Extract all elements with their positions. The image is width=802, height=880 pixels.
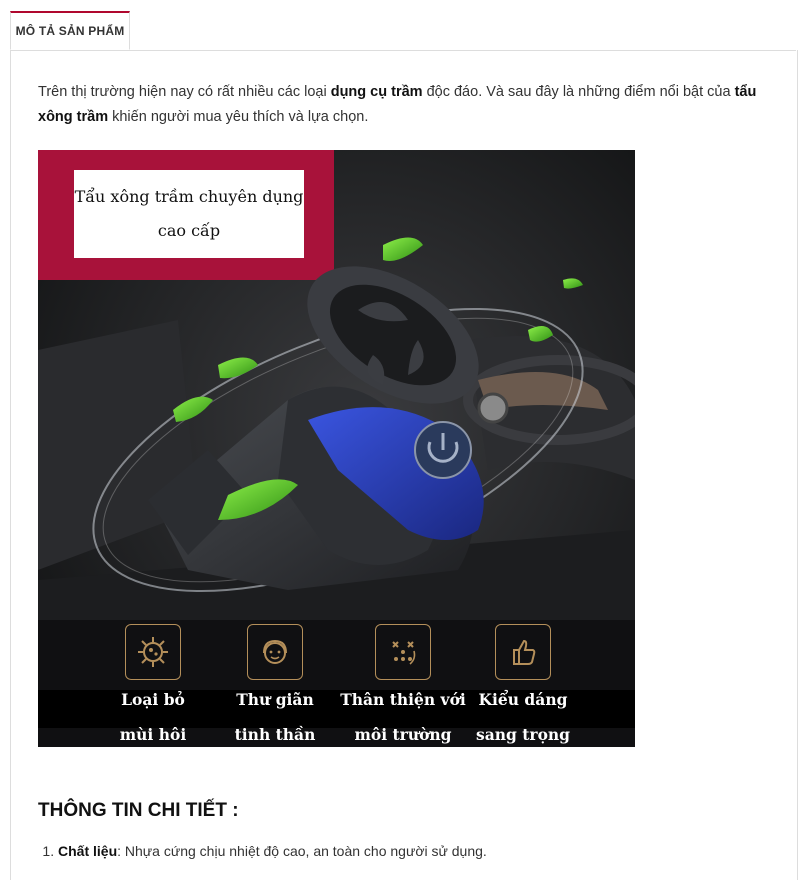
details-list: Chất liệu: Nhựa cứng chịu nhiệt độ cao, … <box>38 840 778 862</box>
intro-bold-1: dụng cụ trầm <box>330 84 423 100</box>
detail-text: : Nhựa cứng chịu nhiệt độ cao, an toàn c… <box>117 843 487 859</box>
details-heading: THÔNG TIN CHI TIẾT : <box>38 800 239 821</box>
feature-3-line-1: Thân thiện với <box>340 690 466 709</box>
feature-1-line-2: mùi hôi <box>119 725 187 744</box>
feature-1-line-1: Loại bỏ <box>121 690 185 709</box>
feature-4-line-2: sang trọng <box>475 725 571 744</box>
intro-paragraph: Trên thị trường hiện nay có rất nhiều cá… <box>38 80 768 130</box>
feature-eco-friendly: Thân thiện với môi trường <box>338 620 468 744</box>
feature-relaxation: Thư giãn tinh thần <box>210 620 340 744</box>
headset-face-icon <box>247 624 303 680</box>
thumbs-up-icon <box>495 624 551 680</box>
banner-line-1: Tẩu xông trầm chuyên dụng <box>74 187 304 206</box>
feature-3-line-2: môi trường <box>354 725 452 744</box>
banner-caption: Tẩu xông trầm chuyên dụng cao cấp <box>74 170 304 258</box>
intro-text-3: khiến người mua yêu thích và lựa chọn. <box>108 109 369 125</box>
feature-odor-removal: Loại bỏ mùi hôi <box>88 620 218 744</box>
detail-label: Chất liệu <box>58 843 118 859</box>
banner-line-2: cao cấp <box>157 221 221 240</box>
list-item: Chất liệu: Nhựa cứng chịu nhiệt độ cao, … <box>58 840 778 862</box>
feature-4-line-1: Kiểu dáng <box>478 690 568 709</box>
eco-cycle-icon <box>375 624 431 680</box>
feature-2-line-1: Thư giãn <box>236 690 314 709</box>
tab-product-description[interactable]: MÔ TẢ SẢN PHẨM <box>10 11 130 50</box>
intro-text-1: Trên thị trường hiện nay có rất nhiều cá… <box>38 84 331 100</box>
intro-text-2: độc đáo. Và sau đây là những điểm nổi bậ… <box>422 84 735 100</box>
feature-luxury-design: Kiểu dáng sang trọng <box>458 620 588 744</box>
tab-bar: MÔ TẢ SẢN PHẨM <box>10 0 796 51</box>
feature-strip: Loại bỏ mùi hôi Thư giãn tinh thần Thân … <box>38 620 635 747</box>
feature-2-line-2: tinh thần <box>234 725 316 744</box>
virus-icon <box>125 624 181 680</box>
